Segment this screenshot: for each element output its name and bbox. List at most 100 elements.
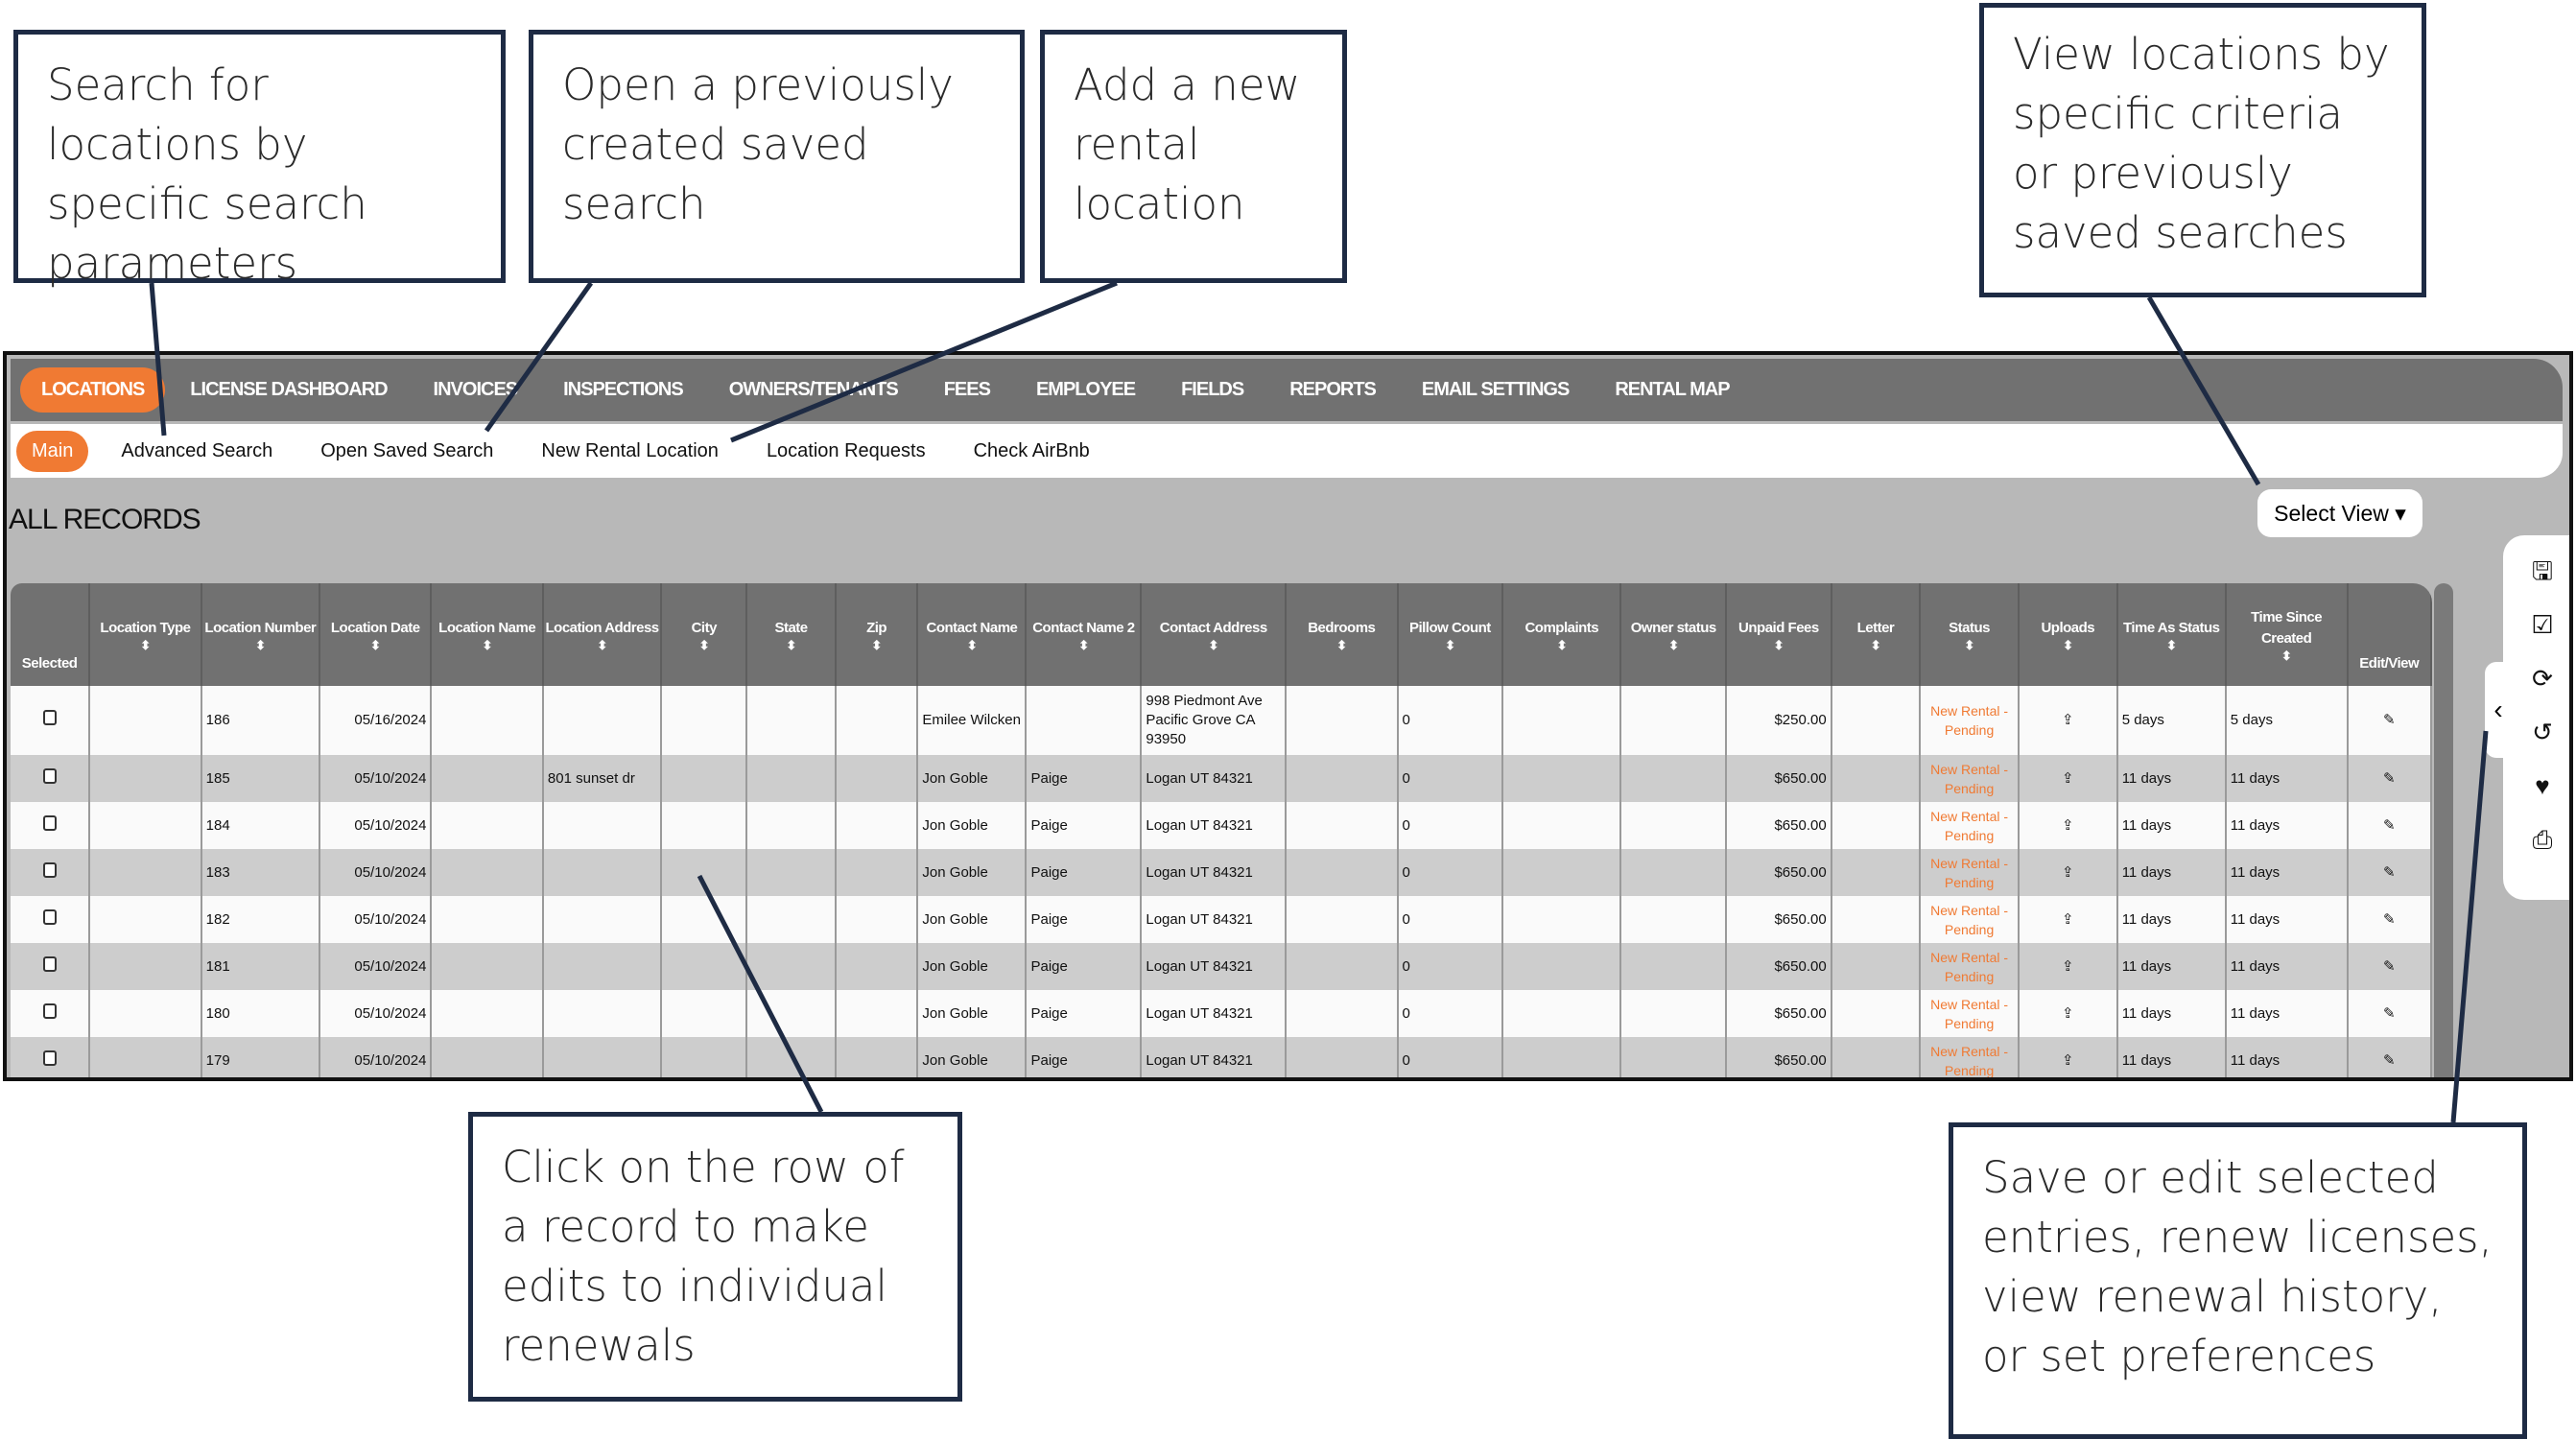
sort-icon[interactable]: ⬍ xyxy=(918,638,1025,652)
sort-icon[interactable]: ⬍ xyxy=(1621,638,1725,652)
sort-icon[interactable]: ⬍ xyxy=(747,638,834,652)
upload-icon[interactable]: ⇪ xyxy=(2062,864,2074,881)
subnav-new-rental-location[interactable]: New Rental Location xyxy=(526,431,734,472)
upload-icon[interactable]: ⇪ xyxy=(2062,1005,2074,1022)
column-header[interactable]: Bedrooms ⬍ xyxy=(1286,583,1399,686)
nav-employee[interactable]: EMPLOYEE xyxy=(1015,367,1156,413)
refresh-icon[interactable]: ⟳ xyxy=(2528,664,2557,693)
checkbox-icon[interactable]: ☑ xyxy=(2528,610,2557,639)
nav-rental-map[interactable]: RENTAL MAP xyxy=(1594,367,1750,413)
row-checkbox[interactable] xyxy=(42,1050,57,1066)
sort-icon[interactable]: ⬍ xyxy=(2118,638,2225,652)
row-checkbox[interactable] xyxy=(42,955,57,972)
column-header[interactable]: Unpaid Fees ⬍ xyxy=(1726,583,1832,686)
table-row[interactable]: 183 05/10/2024 Jon Goble Paige Logan UT 8432… xyxy=(11,849,2432,896)
column-header[interactable]: State ⬍ xyxy=(746,583,837,686)
sort-icon[interactable]: ⬍ xyxy=(2020,638,2116,652)
table-row[interactable]: 186 05/16/2024 Emilee Wilcken 998 Piedmont … xyxy=(11,686,2432,755)
sort-icon[interactable]: ⬍ xyxy=(1727,638,1831,652)
column-header[interactable]: Contact Name 2 ⬍ xyxy=(1026,583,1143,686)
edit-icon[interactable]: ✎ xyxy=(2383,817,2396,834)
edit-icon[interactable]: ✎ xyxy=(2383,864,2396,881)
table-row[interactable]: 179 05/10/2024 Jon Goble Paige Logan UT 8432… xyxy=(11,1037,2432,1077)
nav-license-dashboard[interactable]: LICENSE DASHBOARD xyxy=(169,367,408,413)
column-header[interactable]: Location Number ⬍ xyxy=(201,583,320,686)
upload-icon[interactable]: ⇪ xyxy=(2062,1052,2074,1069)
nav-invoices[interactable]: INVOICES xyxy=(413,367,539,413)
upload-icon[interactable]: ⇪ xyxy=(2062,817,2074,834)
sort-icon[interactable]: ⬍ xyxy=(1921,638,2018,652)
column-header[interactable]: City ⬍ xyxy=(661,583,748,686)
select-view-dropdown[interactable]: Select View ▾ xyxy=(2257,489,2422,537)
nav-reports[interactable]: REPORTS xyxy=(1268,367,1397,413)
sort-icon[interactable]: ⬍ xyxy=(1503,638,1619,652)
row-checkbox[interactable] xyxy=(42,767,57,784)
subnav-location-requests[interactable]: Location Requests xyxy=(751,431,941,472)
nav-email-settings[interactable]: EMAIL SETTINGS xyxy=(1401,367,1590,413)
edit-icon[interactable]: ✎ xyxy=(2383,1005,2396,1022)
edit-icon[interactable]: ✎ xyxy=(2383,958,2396,975)
upload-icon[interactable]: ⇪ xyxy=(2062,770,2074,787)
upload-icon[interactable]: ⇪ xyxy=(2062,958,2074,975)
nav-fields[interactable]: FIELDS xyxy=(1160,367,1264,413)
column-header[interactable]: Zip ⬍ xyxy=(835,583,919,686)
column-header[interactable]: Contact Name ⬍ xyxy=(917,583,1028,686)
column-header[interactable]: Pillow Count ⬍ xyxy=(1397,583,1504,686)
subnav-main[interactable]: Main xyxy=(16,430,89,472)
sort-icon[interactable]: ⬍ xyxy=(90,638,200,652)
column-header[interactable]: Status ⬍ xyxy=(1920,583,2020,686)
upload-icon[interactable]: ⇪ xyxy=(2062,712,2074,728)
nav-owners-tenants[interactable]: OWNERS/TENANTS xyxy=(708,367,919,413)
sort-icon[interactable]: ⬍ xyxy=(837,638,917,652)
heart-icon[interactable]: ♥ xyxy=(2528,771,2557,800)
save-icon[interactable]: 🖫 xyxy=(2528,556,2557,585)
edit-icon[interactable]: ✎ xyxy=(2383,1052,2396,1069)
row-checkbox[interactable] xyxy=(42,1003,57,1019)
nav-fees[interactable]: FEES xyxy=(923,367,1011,413)
upload-icon[interactable]: ⇪ xyxy=(2062,911,2074,928)
column-header[interactable]: Location Date ⬍ xyxy=(319,583,433,686)
vertical-scrollbar[interactable] xyxy=(2434,583,2453,1077)
sort-icon[interactable]: ⬍ xyxy=(544,638,660,652)
table-row[interactable]: 185 05/10/2024 801 sunset dr Jon Goble Paige… xyxy=(11,755,2432,802)
column-header[interactable]: Letter ⬍ xyxy=(1831,583,1922,686)
sort-icon[interactable]: ⬍ xyxy=(202,638,319,652)
sort-icon[interactable]: ⬍ xyxy=(432,638,541,652)
row-checkbox[interactable] xyxy=(42,710,57,725)
subnav-check-airbnb[interactable]: Check AirBnb xyxy=(958,431,1105,472)
edit-icon[interactable]: ✎ xyxy=(2383,712,2396,728)
column-header[interactable]: Complaints ⬍ xyxy=(1502,583,1622,686)
table-row[interactable]: 181 05/10/2024 Jon Goble Paige Logan UT 8432… xyxy=(11,943,2432,990)
column-header[interactable]: Location Type ⬍ xyxy=(89,583,202,686)
subnav-advanced-search[interactable]: Advanced Search xyxy=(106,431,288,472)
column-header[interactable]: Location Name ⬍ xyxy=(431,583,544,686)
column-header[interactable]: Selected xyxy=(11,583,91,686)
print-icon[interactable]: ⎙ xyxy=(2528,825,2557,854)
table-row[interactable]: 184 05/10/2024 Jon Goble Paige Logan UT 8432… xyxy=(11,802,2432,849)
table-row[interactable]: 180 05/10/2024 Jon Goble Paige Logan UT 8432… xyxy=(11,990,2432,1037)
nav-inspections[interactable]: INSPECTIONS xyxy=(542,367,704,413)
nav-locations[interactable]: LOCATIONS xyxy=(20,367,166,413)
column-header[interactable]: Contact Address ⬍ xyxy=(1141,583,1288,686)
table-row[interactable]: 182 05/10/2024 Jon Goble Paige Logan UT 8432… xyxy=(11,896,2432,943)
column-header[interactable]: Location Address ⬍ xyxy=(542,583,663,686)
sort-icon[interactable]: ⬍ xyxy=(2227,649,2347,663)
sort-icon[interactable]: ⬍ xyxy=(1832,638,1919,652)
column-header[interactable]: Time As Status ⬍ xyxy=(2116,583,2227,686)
row-checkbox[interactable] xyxy=(42,814,57,831)
column-header[interactable]: Owner status ⬍ xyxy=(1620,583,1728,686)
sort-icon[interactable]: ⬍ xyxy=(1287,638,1396,652)
sort-icon[interactable]: ⬍ xyxy=(662,638,745,652)
sort-icon[interactable]: ⬍ xyxy=(320,638,430,652)
sort-icon[interactable]: ⬍ xyxy=(1399,638,1502,652)
subnav-open-saved-search[interactable]: Open Saved Search xyxy=(305,431,508,472)
sort-icon[interactable]: ⬍ xyxy=(1142,638,1285,652)
edit-icon[interactable]: ✎ xyxy=(2383,770,2396,787)
sort-icon[interactable]: ⬍ xyxy=(1027,638,1140,652)
edit-icon[interactable]: ✎ xyxy=(2383,911,2396,928)
row-checkbox[interactable] xyxy=(42,908,57,925)
column-header[interactable]: Uploads ⬍ xyxy=(2018,583,2118,686)
column-header[interactable]: Edit/View xyxy=(2347,583,2432,686)
row-checkbox[interactable] xyxy=(42,861,57,878)
column-header[interactable]: Time Since Created ⬍ xyxy=(2225,583,2349,686)
